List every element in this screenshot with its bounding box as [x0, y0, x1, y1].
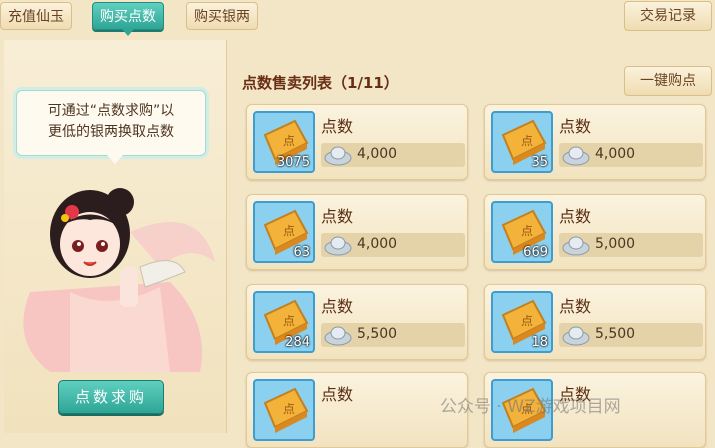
- silver-ingot-icon: [324, 326, 352, 346]
- listing-name: 点数: [559, 207, 592, 226]
- price-bar: 5,500: [559, 323, 703, 347]
- point-token-icon: 点 284: [253, 291, 315, 353]
- watermark: 公众号 · WZ游戏项目网: [440, 397, 621, 417]
- silver-ingot-icon: [562, 146, 590, 166]
- listing-price: 5,000: [595, 236, 636, 252]
- listing-price: 4,000: [595, 146, 636, 162]
- hint-bubble: 可通过“点数求购”以 更低的银两换取点数: [16, 90, 206, 164]
- trade-history-button[interactable]: 交易记录: [624, 1, 712, 31]
- svg-text:点: 点: [521, 224, 533, 238]
- one-key-buy-button[interactable]: 一键购点: [624, 66, 712, 96]
- hint-line-2: 更低的银两换取点数: [48, 124, 174, 140]
- point-token-icon: 点 18: [491, 291, 553, 353]
- silver-ingot-icon: [562, 236, 590, 256]
- listing-quantity: 3075: [276, 155, 310, 170]
- listing-name: 点数: [321, 297, 354, 316]
- silver-ingot-icon: [562, 326, 590, 346]
- listing-quantity: 18: [531, 335, 548, 350]
- top-tab-bar: 充值仙玉 购买点数 购买银两 交易记录: [0, 0, 715, 38]
- point-token-icon: 点 669: [491, 201, 553, 263]
- listing-name: 点数: [559, 117, 592, 136]
- point-token-icon: 点: [253, 379, 315, 441]
- price-bar: 5,500: [321, 323, 465, 347]
- listing-card[interactable]: 点 63 点数 4,000: [246, 194, 468, 270]
- listing-quantity: 284: [285, 335, 310, 350]
- svg-text:点: 点: [283, 402, 295, 416]
- listing-name: 点数: [559, 297, 592, 316]
- point-token-icon: 点 3075: [253, 111, 315, 173]
- svg-text:点: 点: [283, 134, 295, 148]
- silver-ingot-icon: [324, 146, 352, 166]
- listing-name: 点数: [321, 117, 354, 136]
- svg-text:点: 点: [521, 314, 533, 328]
- listing-title: 点数售卖列表（1/11）: [242, 74, 399, 92]
- listing-name: 点数: [321, 207, 354, 226]
- svg-text:点: 点: [521, 134, 533, 148]
- npc-character-illustration: [23, 188, 215, 372]
- point-token-icon: 点 63: [253, 201, 315, 263]
- listing-price: 4,000: [357, 236, 398, 252]
- listing-card[interactable]: 点 284 点数 5,500: [246, 284, 468, 360]
- listing-name: 点数: [321, 385, 354, 404]
- listing-card[interactable]: 点 3075 点数 4,000: [246, 104, 468, 180]
- point-token-icon: 点 35: [491, 111, 553, 173]
- listing-quantity: 35: [531, 155, 548, 170]
- price-bar: 4,000: [559, 143, 703, 167]
- listing-card[interactable]: 点 点数: [246, 372, 468, 448]
- listing-card[interactable]: 点 669 点数 5,000: [484, 194, 706, 270]
- svg-text:点: 点: [283, 314, 295, 328]
- tab-buy-points[interactable]: 购买点数: [92, 2, 164, 36]
- svg-text:点: 点: [283, 224, 295, 238]
- listing-price: 5,500: [595, 326, 636, 342]
- silver-ingot-icon: [324, 236, 352, 256]
- seek-points-button[interactable]: 点数求购: [58, 380, 164, 414]
- tab-buy-silver[interactable]: 购买银两: [186, 2, 258, 30]
- listing-card[interactable]: 点 35 点数 4,000: [484, 104, 706, 180]
- listing-quantity: 63: [293, 245, 310, 260]
- tab-recharge-jade[interactable]: 充值仙玉: [0, 2, 72, 30]
- price-bar: 4,000: [321, 233, 465, 257]
- listing-card[interactable]: 点 18 点数 5,500: [484, 284, 706, 360]
- listing-price: 4,000: [357, 146, 398, 162]
- price-bar: 4,000: [321, 143, 465, 167]
- listing-quantity: 669: [523, 245, 548, 260]
- hint-line-1: 可通过“点数求购”以: [47, 103, 175, 119]
- price-bar: 5,000: [559, 233, 703, 257]
- listing-price: 5,500: [357, 326, 398, 342]
